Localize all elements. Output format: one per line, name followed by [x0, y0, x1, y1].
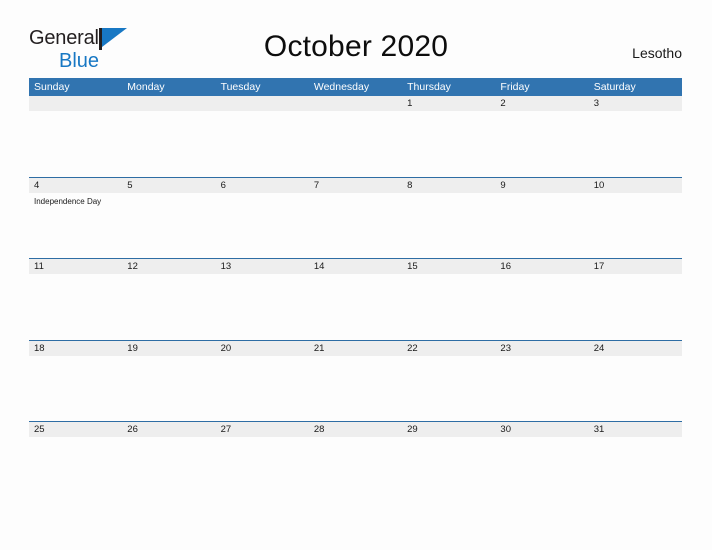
day-cell-2[interactable]: 2 [495, 96, 588, 111]
day-cell-27[interactable]: 27 [216, 422, 309, 437]
day-number-band: 4 5 6 7 8 9 10 [29, 177, 682, 193]
day-number-band: 123 [29, 96, 682, 111]
day-event-empty [402, 356, 495, 360]
day-event-band [29, 111, 682, 115]
day-event-empty [495, 274, 588, 278]
weekday-header-thursday: Thursday [407, 81, 451, 93]
calendar-week-row: 18 19 20 21 22 23 24 [29, 339, 682, 422]
day-cell-6[interactable]: 6 [216, 178, 309, 193]
day-cell-30[interactable]: 30 [495, 422, 588, 437]
day-cell-empty [309, 96, 402, 111]
day-event-empty [122, 356, 215, 360]
day-cell-23[interactable]: 23 [495, 341, 588, 356]
day-event-band [29, 437, 682, 441]
day-event-empty [29, 437, 122, 441]
day-event-empty [589, 111, 682, 115]
day-cell-11[interactable]: 11 [29, 259, 122, 274]
day-event-empty [589, 437, 682, 441]
weekday-header-friday: Friday [500, 81, 530, 93]
region-label: Lesotho [632, 45, 682, 61]
day-cell-8[interactable]: 8 [402, 178, 495, 193]
day-cell-empty [29, 96, 122, 111]
weekday-header-saturday: Saturday [593, 81, 636, 93]
weekday-header-tuesday: Tuesday [220, 81, 261, 93]
day-event-empty [122, 437, 215, 441]
day-event-empty [495, 356, 588, 360]
day-cell-empty [122, 96, 215, 111]
day-event-empty [122, 274, 215, 278]
day-event-empty [495, 193, 588, 207]
day-cell-18[interactable]: 18 [29, 341, 122, 356]
day-event-empty [216, 274, 309, 278]
day-event-empty [309, 437, 402, 441]
day-number-band: 11 12 13 14 15 16 17 [29, 259, 682, 274]
day-event-empty [216, 111, 309, 115]
day-cell-25[interactable]: 25 [29, 422, 122, 437]
page-header: General Blue October 2020 Lesotho [0, 0, 712, 71]
calendar-week-row: 11 12 13 14 15 16 17 [29, 258, 682, 340]
page-title: October 2020 [263, 30, 449, 63]
day-cell-29[interactable]: 29 [402, 422, 495, 437]
calendar-grid: Sunday Monday Tuesday Wednesday Thursday Frid… [29, 78, 682, 503]
day-cell-15[interactable]: 15 [402, 259, 495, 274]
day-event-band [29, 274, 682, 278]
day-event-empty [309, 274, 402, 278]
day-event-empty [122, 111, 215, 115]
day-event-empty [402, 193, 495, 207]
calendar-week-row: 25 26 27 28 29 30 31 [29, 421, 682, 503]
day-cell-22[interactable]: 22 [402, 341, 495, 356]
calendar-week-row: 123 [29, 96, 682, 177]
day-cell-19[interactable]: 19 [122, 341, 215, 356]
day-event-empty [402, 437, 495, 441]
day-cell-9[interactable]: 9 [495, 178, 588, 193]
day-cell-3[interactable]: 3 [589, 96, 682, 111]
calendar-weeks: 1 2 3 4 5 6 7 8 9 10 Independence Day 11 12 13 14 15 16 1… [29, 96, 682, 503]
weekday-header-monday: Monday [127, 81, 165, 93]
day-cell-28[interactable]: 28 [309, 422, 402, 437]
day-event-empty [495, 437, 588, 441]
day-event-empty [402, 274, 495, 278]
day-cell-21[interactable]: 21 [309, 341, 402, 356]
day-event-empty [495, 111, 588, 115]
day-event-empty [29, 111, 122, 115]
day-cell-31[interactable]: 31 [589, 422, 682, 437]
day-cell-12[interactable]: 12 [122, 259, 215, 274]
day-cell-20[interactable]: 20 [216, 341, 309, 356]
day-cell-26[interactable]: 26 [122, 422, 215, 437]
day-event-empty [309, 356, 402, 360]
weekday-header-sunday: Sunday [34, 81, 70, 93]
day-cell-13[interactable]: 13 [216, 259, 309, 274]
calendar-week-row: 4 5 6 7 8 9 10 Independence Day [29, 176, 682, 259]
day-number-band: 18 19 20 21 22 23 24 [29, 340, 682, 356]
day-event-empty [216, 356, 309, 360]
day-event-empty [122, 193, 215, 207]
day-event-empty [589, 274, 682, 278]
holiday-label: Independence Day [34, 196, 102, 206]
day-event-empty [29, 356, 122, 360]
day-event-empty [402, 111, 495, 115]
day-event-empty [589, 193, 682, 207]
day-cell-17[interactable]: 17 [589, 259, 682, 274]
day-cell-5[interactable]: 5 [122, 178, 215, 193]
day-event-empty [309, 193, 402, 207]
day-event-empty [216, 437, 309, 441]
day-event-empty [589, 356, 682, 360]
day-cell-1[interactable]: 1 [402, 96, 495, 111]
day-cell-7[interactable]: 7 [309, 178, 402, 193]
day-event-empty [216, 193, 309, 207]
weekday-header-wednesday: Wednesday [313, 81, 370, 93]
day-cell-24[interactable]: 24 [589, 341, 682, 356]
day-event-band [29, 356, 682, 360]
day-cell-14[interactable]: 14 [309, 259, 402, 274]
day-event-band: Independence Day [29, 193, 682, 207]
weekday-header-row: Sunday Monday Tuesday Wednesday Thursday Frid… [29, 78, 682, 96]
day-event-empty [29, 274, 122, 278]
day-cell-10[interactable]: 10 [589, 178, 682, 193]
day-cell-empty [216, 96, 309, 111]
day-cell-4[interactable]: 4 [29, 178, 122, 193]
day-number-band: 25 26 27 28 29 30 31 [29, 422, 682, 437]
day-event-empty [309, 111, 402, 115]
day-cell-16[interactable]: 16 [495, 259, 588, 274]
